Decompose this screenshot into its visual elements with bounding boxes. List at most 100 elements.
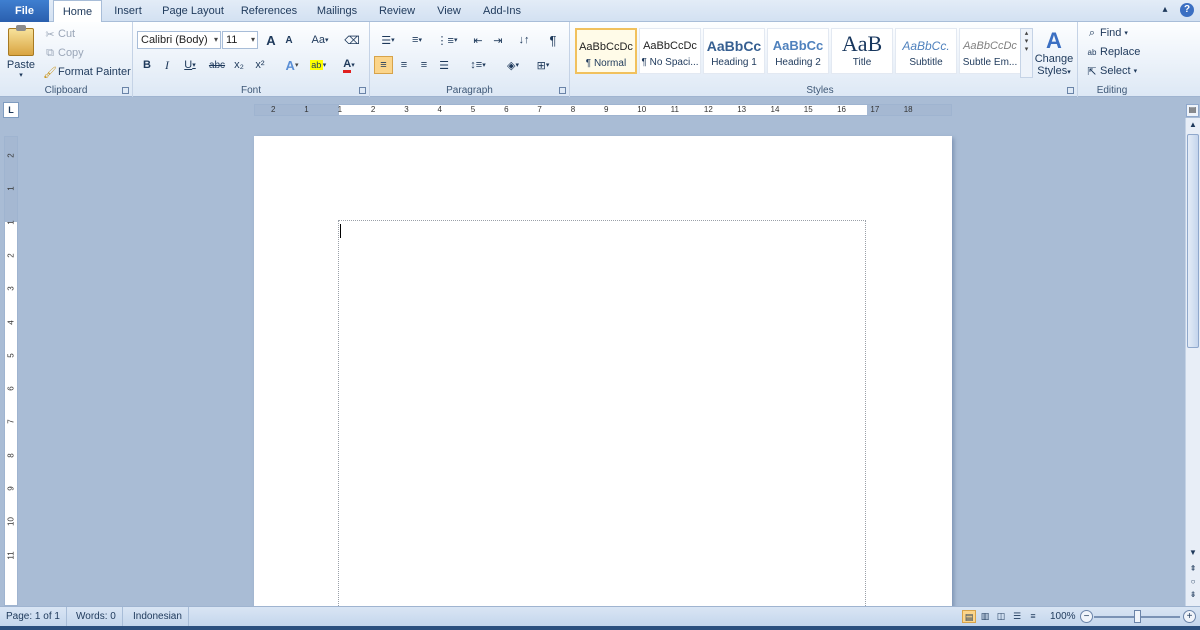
- grow-font-button[interactable]: A: [263, 31, 279, 49]
- style-heading-1[interactable]: AaBbCc Heading 1: [703, 28, 765, 74]
- highlighter-icon: ab: [309, 60, 323, 70]
- cut-button[interactable]: ✂ Cut: [42, 25, 75, 43]
- tab-insert[interactable]: Insert: [106, 0, 150, 22]
- style-normal[interactable]: AaBbCcDc ¶ Normal: [575, 28, 637, 74]
- font-size-combo[interactable]: 11 ▾: [222, 31, 258, 49]
- align-left-button[interactable]: ≡: [374, 56, 393, 74]
- next-page-icon[interactable]: ⇟: [1186, 590, 1200, 599]
- decrease-indent-icon: ⇤: [473, 34, 483, 47]
- clear-formatting-button[interactable]: ⌫: [343, 31, 361, 49]
- increase-indent-button[interactable]: ⇥: [489, 31, 507, 49]
- underline-icon: U: [184, 59, 193, 71]
- page-count[interactable]: Page: 1 of 1: [0, 607, 67, 626]
- outline-view-icon[interactable]: ☰: [1010, 610, 1024, 623]
- replace-button[interactable]: ab Replace: [1084, 43, 1141, 61]
- vertical-ruler[interactable]: 2 1 1 2 3 4 5 6 7 8 9 10 11: [4, 136, 18, 606]
- style-subtle-emphasis[interactable]: AaBbCcDc Subtle Em...: [959, 28, 1021, 74]
- font-name-combo[interactable]: Calibri (Body) ▾: [137, 31, 221, 49]
- word-count[interactable]: Words: 0: [70, 607, 123, 626]
- bullets-button[interactable]: ☰ ▾: [375, 31, 401, 49]
- text-boundary[interactable]: [338, 220, 866, 620]
- zoom-slider-thumb[interactable]: [1134, 610, 1141, 623]
- style-no-spacing[interactable]: AaBbCcDc ¶ No Spaci...: [639, 28, 701, 74]
- format-painter-label: Format Painter: [58, 66, 131, 78]
- change-styles-button[interactable]: A Change Styles▾: [1032, 25, 1076, 81]
- increase-indent-icon: ⇥: [493, 34, 503, 47]
- font-color-button[interactable]: A ▾: [337, 56, 361, 74]
- scrollbar-thumb[interactable]: [1187, 134, 1199, 348]
- ruler-tick-label: 10: [6, 517, 16, 527]
- ruler-tick-label: 2: [370, 105, 376, 114]
- tab-references[interactable]: References: [236, 0, 302, 22]
- draft-view-icon[interactable]: ≡: [1026, 610, 1040, 623]
- tab-page-layout[interactable]: Page Layout: [157, 0, 229, 22]
- zoom-level[interactable]: 100%: [1044, 607, 1082, 626]
- tab-home[interactable]: Home: [53, 0, 102, 23]
- format-painter-button[interactable]: 🖌 Format Painter: [42, 63, 131, 81]
- sort-button[interactable]: ↓↑: [515, 31, 533, 49]
- full-screen-reading-icon[interactable]: ▥: [978, 610, 992, 623]
- multilevel-list-icon: ⋮≡: [436, 34, 454, 47]
- dialog-launcher-icon[interactable]: [122, 87, 129, 94]
- align-center-button[interactable]: ≡: [395, 56, 413, 74]
- vertical-scrollbar[interactable]: ▲ ▼ ⇞ ○ ⇟: [1185, 118, 1200, 606]
- highlight-button[interactable]: ab ▾: [306, 56, 330, 74]
- ruler-tick-label: 14: [770, 105, 780, 114]
- web-layout-icon[interactable]: ◫: [994, 610, 1008, 623]
- zoom-in-icon[interactable]: +: [1183, 610, 1196, 623]
- decrease-indent-button[interactable]: ⇤: [469, 31, 487, 49]
- horizontal-ruler[interactable]: 2 1 1 2 3 4 5 6 7 8 9 10 11 12 13 14 15 16 17 18: [254, 104, 952, 116]
- italic-button[interactable]: I: [158, 56, 176, 74]
- line-spacing-button[interactable]: ↕≡ ▾: [465, 56, 491, 74]
- change-styles-icon: A: [1046, 28, 1062, 53]
- tab-mailings[interactable]: Mailings: [310, 0, 364, 22]
- view-ruler-icon[interactable]: ▤: [1186, 104, 1199, 117]
- style-title[interactable]: AaB Title: [831, 28, 893, 74]
- zoom-out-icon[interactable]: −: [1080, 610, 1093, 623]
- print-layout-view-icon[interactable]: ▤: [962, 610, 976, 623]
- document-page[interactable]: [254, 136, 952, 620]
- show-marks-button[interactable]: ¶: [544, 31, 562, 49]
- line-spacing-icon: ↕≡: [470, 59, 483, 71]
- help-icon[interactable]: ?: [1180, 3, 1194, 17]
- style-subtitle[interactable]: AaBbCc. Subtitle: [895, 28, 957, 74]
- underline-button[interactable]: U ▾: [178, 56, 202, 74]
- chevron-up-icon[interactable]: ▴: [1158, 3, 1172, 17]
- tab-selector[interactable]: L: [3, 102, 19, 118]
- language-indicator[interactable]: Indonesian: [127, 607, 189, 626]
- style-preview: AaB: [841, 31, 883, 56]
- change-case-button[interactable]: Aa ▾: [308, 31, 332, 49]
- copy-button[interactable]: ⧉ Copy: [42, 44, 84, 62]
- strikethrough-button[interactable]: abc: [207, 56, 227, 74]
- dialog-launcher-icon[interactable]: [359, 87, 366, 94]
- justify-button[interactable]: ☰: [435, 56, 453, 74]
- bold-button[interactable]: B: [138, 56, 156, 74]
- shrink-font-button[interactable]: A: [281, 31, 297, 49]
- select-button[interactable]: ⇱ Select ▾: [1084, 62, 1137, 80]
- style-heading-2[interactable]: AaBbCc Heading 2: [767, 28, 829, 74]
- style-preview: AaBbCcDc: [579, 41, 633, 53]
- scroll-up-icon[interactable]: ▲: [1186, 120, 1200, 129]
- select-browse-object-icon[interactable]: ○: [1186, 577, 1200, 586]
- subscript-button[interactable]: x₂: [230, 56, 248, 74]
- tab-addins[interactable]: Add-Ins: [477, 0, 527, 22]
- style-preview: AaBbCc: [706, 38, 762, 54]
- tab-view[interactable]: View: [430, 0, 468, 22]
- paste-button[interactable]: Paste ▾: [4, 24, 38, 81]
- borders-button[interactable]: ⊞ ▾: [530, 56, 556, 74]
- superscript-button[interactable]: x²: [251, 56, 269, 74]
- chevron-down-icon: ▾: [213, 35, 218, 44]
- align-right-button[interactable]: ≡: [415, 56, 433, 74]
- numbering-button[interactable]: ≡ ▾: [404, 31, 430, 49]
- tab-file[interactable]: File: [0, 0, 49, 22]
- previous-page-icon[interactable]: ⇞: [1186, 564, 1200, 573]
- tab-review[interactable]: Review: [373, 0, 421, 22]
- paint-bucket-icon: ◈: [507, 59, 516, 72]
- dialog-launcher-icon[interactable]: [559, 87, 566, 94]
- shading-button[interactable]: ◈ ▾: [500, 56, 526, 74]
- dialog-launcher-icon[interactable]: [1067, 87, 1074, 94]
- scroll-down-icon[interactable]: ▼: [1186, 548, 1200, 557]
- multilevel-list-button[interactable]: ⋮≡ ▾: [434, 31, 460, 49]
- text-effects-button[interactable]: A ▾: [280, 56, 304, 74]
- find-button[interactable]: ⌕ Find ▾: [1084, 24, 1128, 42]
